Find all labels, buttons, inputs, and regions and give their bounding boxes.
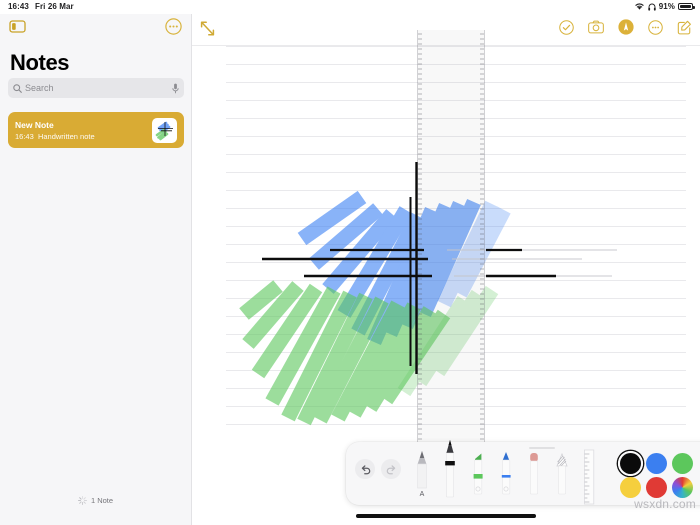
color-picker-icon [671, 476, 693, 498]
battery-percent: 91% [658, 2, 675, 11]
home-indicator [356, 514, 536, 518]
status-bar: 16:43 Fri 26 Mar 91% [0, 0, 700, 14]
color-swatch-blue[interactable] [644, 452, 668, 474]
color-swatch-yellow[interactable] [618, 476, 642, 498]
camera-icon[interactable] [588, 20, 604, 39]
search-input[interactable]: Search [8, 78, 184, 98]
more-circle-icon[interactable] [165, 18, 182, 40]
color-dot [645, 452, 667, 474]
highlighter-tool[interactable] [468, 447, 488, 501]
wifi-icon [635, 3, 644, 10]
color-swatch-green[interactable] [670, 452, 694, 474]
color-dot [619, 452, 641, 474]
list-item[interactable]: New Note 16:43 Handwritten note [8, 112, 184, 148]
pencil-tool-label: A [420, 491, 425, 498]
markup-tool-palette: A [346, 439, 700, 505]
page-title: Notes [10, 50, 70, 75]
color-swatches [617, 450, 696, 498]
status-bar-right: 91% [634, 2, 695, 11]
search-icon [13, 83, 22, 93]
undo-redo-group [355, 459, 401, 479]
headphones-icon [647, 3, 656, 11]
marker-tool[interactable] [496, 447, 516, 501]
color-swatch-black[interactable] [617, 450, 643, 476]
canvas-toolbar [192, 14, 700, 44]
status-bar-left: 16:43 Fri 26 Mar [8, 2, 74, 11]
green-strokes [239, 280, 451, 426]
color-swatch-color-picker[interactable] [670, 476, 694, 498]
color-swatch-red[interactable] [644, 476, 668, 498]
pencil-tool[interactable]: A [412, 447, 432, 501]
note-canvas-pane: A [192, 14, 700, 525]
sidebar-toolbar [0, 14, 191, 44]
note-count-label: 1 Note [90, 495, 114, 505]
battery-icon [678, 3, 695, 10]
share-more-icon[interactable] [648, 19, 663, 40]
ipad-notes-screen: 16:43 Fri 26 Mar 91% Notes Search New No… [0, 0, 700, 525]
note-subtitle: Handwritten note [37, 131, 95, 141]
microphone-icon[interactable] [172, 83, 179, 94]
compose-icon[interactable] [677, 20, 692, 40]
note-meta: 16:43 Handwritten note [15, 131, 152, 142]
note-title: New Note [15, 119, 54, 130]
search-placeholder: Search [25, 83, 54, 93]
lasso-tool[interactable] [552, 447, 572, 501]
sidebar-toggle-icon[interactable] [9, 20, 26, 38]
sidebar-footer: 1 Note [0, 489, 191, 511]
notes-sidebar: Notes Search New Note 16:43 Handwritten … [0, 14, 192, 525]
color-dot [645, 476, 667, 498]
redo-icon[interactable] [381, 459, 401, 479]
color-dot [671, 452, 693, 474]
ruler-tool[interactable] [580, 447, 600, 505]
eraser-tool[interactable] [524, 447, 544, 501]
loading-spinner-icon [77, 495, 87, 505]
done-check-icon[interactable] [559, 19, 574, 40]
canvas-toolbar-actions [559, 19, 692, 40]
markup-pen-icon[interactable] [618, 19, 634, 40]
collapse-arrows-icon[interactable] [200, 21, 215, 41]
status-date: Fri 26 Mar [34, 2, 74, 11]
note-card-text: New Note 16:43 Handwritten note [15, 119, 152, 142]
tool-list: A [404, 439, 619, 505]
ruler-overlay[interactable] [417, 30, 485, 442]
note-time: 16:43 [15, 131, 34, 141]
pen-tool[interactable] [440, 439, 460, 501]
color-dot [619, 476, 641, 498]
undo-icon[interactable] [355, 459, 375, 479]
watermark: wsxdn.com [634, 497, 696, 511]
note-thumbnail [152, 117, 177, 143]
status-time: 16:43 [8, 2, 29, 11]
